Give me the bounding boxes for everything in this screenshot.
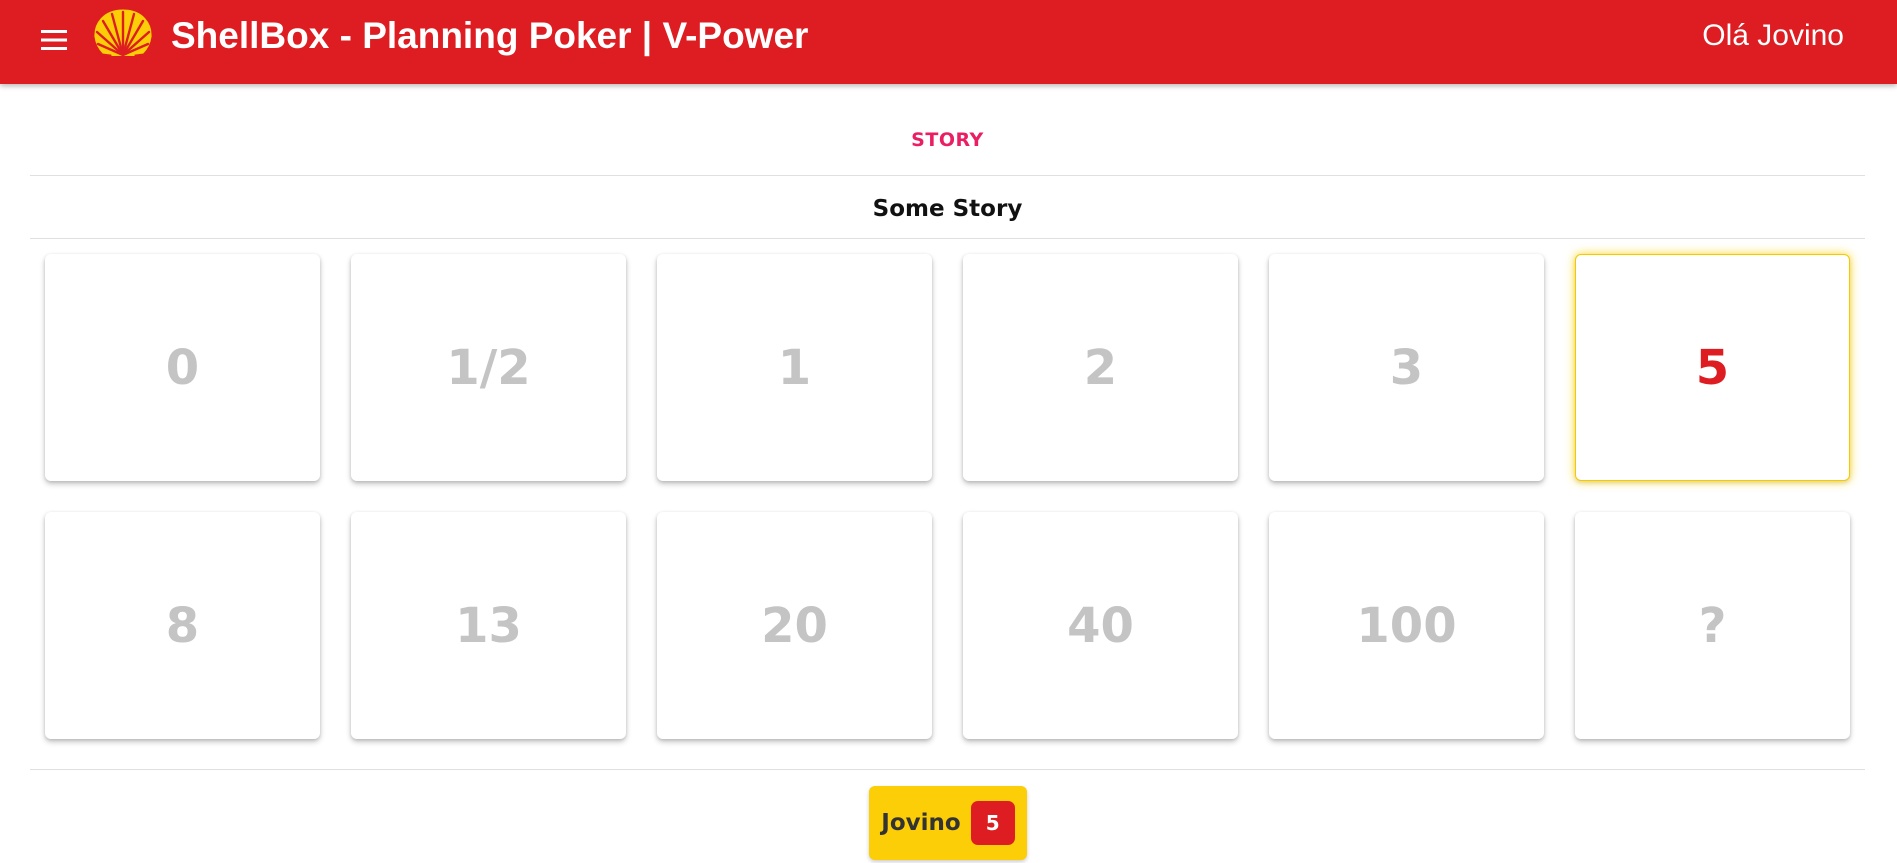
estimate-card[interactable]: 2 bbox=[963, 254, 1238, 481]
card-value: 8 bbox=[165, 597, 200, 654]
estimate-card[interactable]: 0 bbox=[45, 254, 320, 481]
estimate-card[interactable]: 1/2 bbox=[351, 254, 626, 481]
estimate-card[interactable]: 3 bbox=[1269, 254, 1544, 481]
estimation-cards: 0 1/2 1 2 3 5 8 13 20 40 100? bbox=[45, 254, 1851, 739]
estimate-card[interactable]: 5 bbox=[1575, 254, 1850, 481]
shell-logo bbox=[88, 5, 158, 69]
vote-chip: Jovino 5 bbox=[869, 786, 1027, 860]
estimate-card[interactable]: ? bbox=[1575, 512, 1850, 739]
story-name: Some Story bbox=[872, 196, 1023, 222]
menu-icon[interactable] bbox=[36, 22, 72, 58]
user-greeting[interactable]: Olá Jovino bbox=[1702, 18, 1844, 54]
card-value: 1 bbox=[777, 339, 812, 396]
card-value: 1/2 bbox=[446, 339, 531, 396]
card-value: 0 bbox=[165, 339, 200, 396]
estimate-card[interactable]: 40 bbox=[963, 512, 1238, 739]
app-title: ShellBox - Planning Poker | V-Power bbox=[171, 15, 809, 56]
story-section-label: STORY bbox=[911, 129, 984, 151]
card-value: 2 bbox=[1083, 339, 1118, 396]
card-value: 3 bbox=[1389, 339, 1424, 396]
estimate-card[interactable]: 100 bbox=[1269, 512, 1544, 739]
estimate-card[interactable]: 13 bbox=[351, 512, 626, 739]
estimate-card[interactable]: 1 bbox=[657, 254, 932, 481]
card-value: ? bbox=[1698, 597, 1727, 654]
card-value: 20 bbox=[761, 597, 828, 654]
estimate-card[interactable]: 20 bbox=[657, 512, 932, 739]
card-value: 5 bbox=[1695, 339, 1730, 396]
estimate-card[interactable]: 8 bbox=[45, 512, 320, 739]
voter-name: Jovino bbox=[881, 810, 961, 836]
card-value: 40 bbox=[1067, 597, 1134, 654]
divider bbox=[30, 175, 1865, 176]
card-value: 13 bbox=[455, 597, 522, 654]
divider bbox=[30, 238, 1865, 239]
vote-value-badge: 5 bbox=[970, 801, 1015, 845]
divider bbox=[30, 769, 1865, 770]
app-bar: ShellBox - Planning Poker | V-Power Olá … bbox=[0, 0, 1897, 84]
card-value: 100 bbox=[1356, 597, 1457, 654]
